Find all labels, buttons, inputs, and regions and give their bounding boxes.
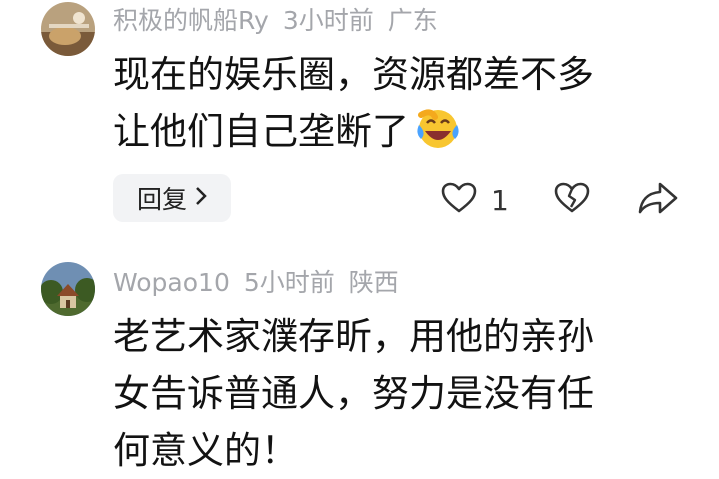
- location: 陕西: [348, 268, 399, 297]
- avatar[interactable]: [41, 2, 95, 56]
- share-button[interactable]: [638, 178, 678, 222]
- heart-icon: [441, 182, 477, 218]
- location: 广东: [387, 6, 438, 35]
- reply-label: 回复: [136, 185, 187, 214]
- comment-line: 让他们自己垄断了: [113, 110, 409, 153]
- comment-meta: Wopao10 5小时前 陕西: [113, 268, 413, 298]
- comment-line: 老艺术家濮存昕，用他的亲孙: [113, 315, 594, 358]
- comment-text: 现在的娱乐圈，资源都差不多 让他们自己垄断了: [113, 46, 693, 160]
- comment-line: 女告诉普通人，努力是没有任: [113, 372, 594, 415]
- comment-line-with-emoji: 让他们自己垄断了: [113, 103, 693, 160]
- timestamp: 5小时前: [243, 268, 335, 297]
- dislike-button[interactable]: [554, 178, 590, 222]
- laughing-crying-emoji-icon: [413, 105, 463, 151]
- comment-text: 老艺术家濮存昕，用他的亲孙 女告诉普通人，努力是没有任 何意义的！: [113, 308, 693, 479]
- reply-button[interactable]: 回复: [113, 174, 231, 222]
- timestamp: 3小时前: [282, 6, 374, 35]
- comment-item: 积极的帆船Ry 3小时前 广东 现在的娱乐圈，资源都差不多 让他们自己垄断了 回复: [0, 0, 719, 250]
- like-button[interactable]: 1: [441, 178, 509, 222]
- comment-line: 现在的娱乐圈，资源都差不多: [113, 53, 594, 96]
- share-arrow-icon: [638, 181, 678, 219]
- chevron-right-icon: [195, 184, 207, 212]
- comment-item: Wopao10 5小时前 陕西 老艺术家濮存昕，用他的亲孙 女告诉普通人，努力是没有…: [0, 250, 719, 472]
- comment-line: 何意义的！: [113, 429, 298, 472]
- like-count: 1: [491, 183, 509, 217]
- broken-heart-icon: [554, 182, 590, 218]
- username[interactable]: 积极的帆船Ry: [113, 6, 269, 35]
- username[interactable]: Wopao10: [113, 268, 230, 297]
- comment-meta: 积极的帆船Ry 3小时前 广东: [113, 6, 452, 36]
- avatar[interactable]: [41, 262, 95, 316]
